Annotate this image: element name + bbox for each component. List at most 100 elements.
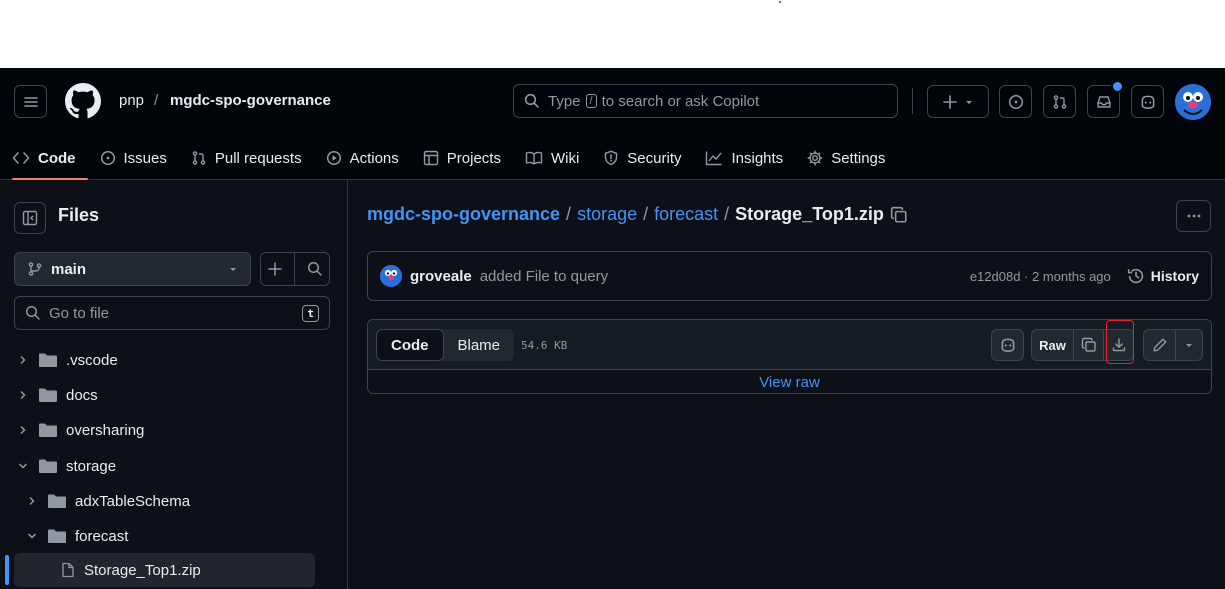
tree-item-docs[interactable]: docs bbox=[14, 378, 314, 412]
breadcrumb-storage-link[interactable]: storage bbox=[577, 204, 637, 225]
notification-dot bbox=[1111, 80, 1124, 93]
inbox-button[interactable] bbox=[1087, 80, 1124, 118]
chevron-right-icon bbox=[20, 390, 26, 400]
file-viewer: Code Blame 54.6 KB Raw View raw bbox=[367, 319, 1212, 394]
sidebar-collapse-icon bbox=[22, 210, 38, 226]
tab-settings-label: Settings bbox=[831, 149, 886, 167]
tab-wiki[interactable]: Wiki bbox=[513, 136, 591, 180]
search-input[interactable]: Type / to search or ask Copilot bbox=[513, 84, 898, 118]
raw-button[interactable]: Raw bbox=[1031, 329, 1074, 361]
shield-icon bbox=[605, 150, 618, 166]
pull-requests-button[interactable] bbox=[1043, 85, 1076, 118]
tab-actions-label: Actions bbox=[349, 149, 399, 167]
issue-icon bbox=[100, 150, 115, 166]
repo-name-link[interactable]: mgdc-spo-governance bbox=[170, 92, 331, 109]
edit-file-button[interactable] bbox=[1143, 329, 1176, 361]
menu-icon bbox=[23, 96, 38, 107]
caret-down-icon bbox=[1186, 344, 1192, 347]
chevron-right-icon bbox=[20, 355, 26, 365]
view-toggle: Code Blame bbox=[376, 329, 515, 361]
github-app: pnp / mgdc-spo-governance Type / to sear… bbox=[0, 68, 1225, 589]
avatar-image bbox=[1175, 84, 1211, 120]
git-branch-icon bbox=[28, 262, 42, 276]
author-avatar[interactable] bbox=[380, 265, 402, 287]
tab-issues[interactable]: Issues bbox=[88, 136, 179, 180]
caret-down-icon bbox=[230, 268, 236, 271]
tab-insights-label: Insights bbox=[731, 149, 784, 167]
tree-item-label: adxTableSchema bbox=[75, 492, 191, 510]
files-title: Files bbox=[58, 205, 100, 225]
folder-icon bbox=[39, 353, 57, 367]
tab-wiki-label: Wiki bbox=[550, 149, 580, 167]
chevron-down-icon bbox=[27, 533, 37, 539]
tree-item-adxtableschema[interactable]: adxTableSchema bbox=[23, 484, 323, 518]
tree-item-oversharing[interactable]: oversharing bbox=[14, 413, 314, 447]
tab-projects[interactable]: Projects bbox=[411, 136, 513, 180]
plus-icon[interactable] bbox=[267, 261, 283, 277]
edit-options-dropdown[interactable] bbox=[1175, 329, 1203, 361]
tab-security[interactable]: Security bbox=[591, 136, 693, 180]
code-view-button[interactable]: Code bbox=[376, 329, 444, 361]
plus-icon bbox=[943, 94, 957, 109]
search-icon bbox=[25, 305, 40, 320]
commit-author[interactable]: groveale bbox=[410, 268, 472, 285]
tree-item-storage-top1-zip[interactable]: Storage_Top1.zip bbox=[14, 553, 315, 587]
graph-icon bbox=[706, 151, 723, 166]
copy-icon[interactable] bbox=[890, 206, 908, 224]
tree-item-forecast[interactable]: forecast bbox=[23, 519, 323, 553]
file-header: Code Blame 54.6 KB Raw bbox=[368, 320, 1211, 370]
more-options-button[interactable] bbox=[1176, 200, 1211, 232]
collapse-sidebar-button[interactable] bbox=[14, 202, 46, 234]
go-to-file-shortcut: t bbox=[302, 304, 319, 322]
kebab-horizontal-icon bbox=[1187, 214, 1200, 218]
caret-down-icon bbox=[966, 100, 972, 104]
issues-button[interactable] bbox=[999, 85, 1032, 118]
tab-projects-label: Projects bbox=[446, 149, 501, 167]
tab-code[interactable]: Code bbox=[0, 136, 88, 180]
table-icon bbox=[423, 150, 438, 166]
breadcrumb-current-file: Storage_Top1.zip bbox=[735, 204, 884, 224]
history-label: History bbox=[1150, 268, 1199, 284]
avatar-image bbox=[380, 265, 402, 287]
search-icon[interactable] bbox=[307, 261, 323, 277]
history-icon bbox=[1127, 268, 1143, 284]
branch-selector[interactable]: main bbox=[14, 252, 251, 286]
breadcrumb-separator: / bbox=[566, 204, 572, 224]
copy-raw-button[interactable] bbox=[1073, 329, 1104, 361]
hamburger-menu-button[interactable] bbox=[14, 85, 47, 118]
search-shortcut-key: / bbox=[585, 94, 597, 108]
chevron-right-icon bbox=[20, 425, 26, 435]
tree-item-label: forecast bbox=[75, 527, 129, 545]
file-tree-sidebar: Files main Go to file t .vscode docs ove… bbox=[0, 180, 348, 589]
github-logo[interactable] bbox=[65, 83, 101, 124]
tree-item-storage[interactable]: storage bbox=[14, 449, 314, 483]
inbox-icon bbox=[1096, 95, 1111, 108]
copilot-button[interactable] bbox=[1131, 85, 1164, 118]
tab-insights[interactable]: Insights bbox=[693, 136, 795, 180]
tab-actions[interactable]: Actions bbox=[314, 136, 411, 180]
copilot-file-button[interactable] bbox=[991, 329, 1024, 361]
gear-icon bbox=[807, 150, 823, 166]
view-raw-link[interactable]: View raw bbox=[368, 370, 1211, 394]
tab-pull-requests[interactable]: Pull requests bbox=[179, 136, 314, 180]
breadcrumb-forecast-link[interactable]: forecast bbox=[654, 204, 718, 225]
create-new-button[interactable] bbox=[927, 85, 989, 118]
copilot-icon bbox=[1141, 95, 1154, 109]
tab-settings[interactable]: Settings bbox=[795, 136, 897, 180]
user-avatar[interactable] bbox=[1175, 84, 1211, 120]
branch-name: main bbox=[51, 260, 87, 278]
stray-dot bbox=[779, 1, 781, 3]
breadcrumb-repo-link[interactable]: mgdc-spo-governance bbox=[367, 204, 560, 225]
tree-item-vscode[interactable]: .vscode bbox=[14, 343, 314, 377]
folder-icon bbox=[39, 423, 57, 437]
browser-top-margin bbox=[0, 0, 1225, 68]
file-size: 54.6 KB bbox=[521, 339, 568, 352]
go-to-file-input[interactable]: Go to file t bbox=[14, 296, 330, 330]
history-button[interactable]: History bbox=[1127, 267, 1199, 285]
blame-view-button[interactable]: Blame bbox=[444, 329, 515, 361]
commit-sha-time[interactable]: e12d08d · 2 months ago bbox=[970, 269, 1111, 284]
commit-message[interactable]: added File to query bbox=[480, 268, 608, 285]
repo-owner-link[interactable]: pnp bbox=[119, 92, 144, 109]
folder-icon bbox=[39, 388, 57, 402]
git-pull-request-icon bbox=[1053, 94, 1066, 109]
